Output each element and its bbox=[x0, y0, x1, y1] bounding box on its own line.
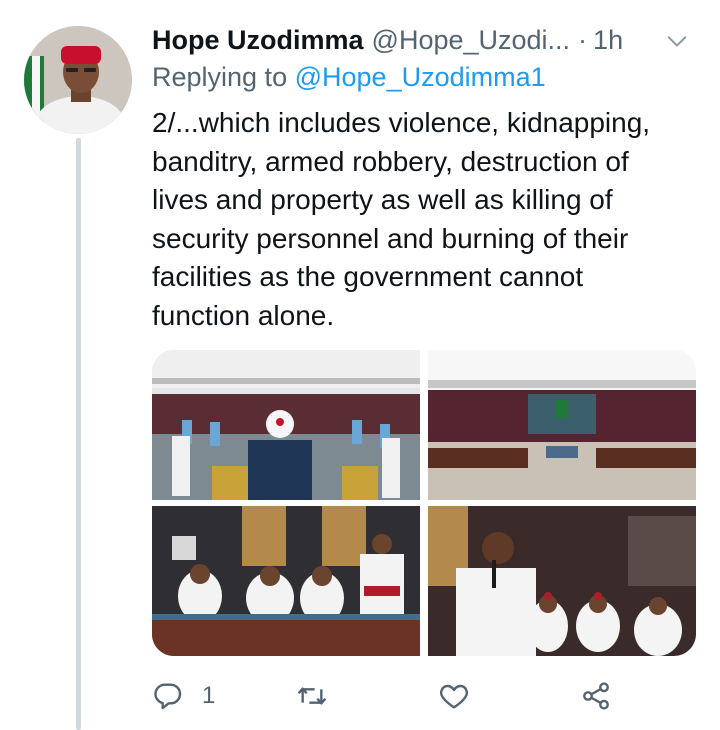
heart-icon bbox=[440, 684, 468, 709]
thread-line bbox=[76, 138, 81, 730]
media-grid bbox=[152, 350, 696, 656]
share-button[interactable] bbox=[580, 676, 612, 716]
chevron-down-icon[interactable] bbox=[666, 30, 688, 52]
like-button[interactable] bbox=[438, 676, 488, 716]
media-photo-1[interactable] bbox=[152, 350, 420, 500]
reply-icon bbox=[154, 683, 182, 710]
replying-to-label: Replying to bbox=[152, 62, 288, 92]
photo-clergy-at-table bbox=[152, 506, 420, 656]
media-photo-3[interactable] bbox=[152, 506, 420, 656]
tweet-header: Hope Uzodimma @Hope_Uzodi... · 1h bbox=[152, 22, 700, 58]
photo-bishop-speaking bbox=[428, 506, 696, 656]
author-name[interactable]: Hope Uzodimma bbox=[152, 25, 364, 56]
avatar-photo bbox=[24, 26, 132, 134]
photo-meeting-hall-crowd bbox=[152, 350, 420, 500]
share-icon bbox=[583, 682, 609, 710]
tweet-time[interactable]: 1h bbox=[593, 25, 623, 56]
retweet-button[interactable] bbox=[296, 676, 346, 716]
action-bar: 1 bbox=[152, 672, 632, 722]
media-photo-2[interactable] bbox=[428, 350, 696, 500]
reply-count: 1 bbox=[202, 682, 216, 709]
tweet-text: 2/...which includes violence, kidnapping… bbox=[152, 107, 651, 331]
photo-council-chamber bbox=[428, 350, 696, 500]
retweet-icon bbox=[297, 687, 327, 705]
reply-mention-link[interactable]: @Hope_Uzodimma1 bbox=[295, 62, 546, 92]
author-handle[interactable]: @Hope_Uzodi... bbox=[372, 25, 571, 56]
avatar[interactable] bbox=[24, 26, 132, 134]
replying-to: Replying to @Hope_Uzodimma1 bbox=[152, 62, 546, 93]
media-photo-4[interactable] bbox=[428, 506, 696, 656]
header-separator: · bbox=[578, 24, 588, 55]
reply-button[interactable]: 1 bbox=[152, 676, 215, 716]
